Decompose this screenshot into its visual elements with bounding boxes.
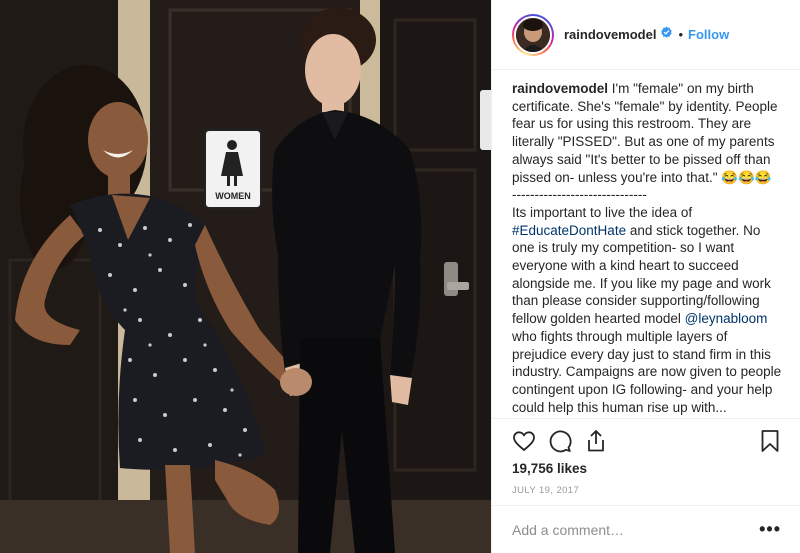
header-username[interactable]: raindovemodel xyxy=(564,27,656,42)
post-header: raindovemodel • Follow xyxy=(492,0,800,70)
post-photo[interactable]: WOMEN xyxy=(0,0,491,553)
avatar-image xyxy=(514,15,552,54)
caption-paragraph-2: Its important to live the idea of #Educa… xyxy=(512,204,784,415)
bookmark-icon[interactable] xyxy=(758,429,784,455)
comment-icon[interactable] xyxy=(548,429,574,455)
caption-text-2c: who fights through multiple layers of pr… xyxy=(512,328,782,415)
caption-text-2a: Its important to live the idea of xyxy=(512,204,693,220)
women-sign-label: WOMEN xyxy=(215,191,251,201)
follow-button[interactable]: Follow xyxy=(688,27,729,42)
women-restroom-sign: WOMEN xyxy=(204,129,262,209)
more-options-button[interactable]: ••• xyxy=(759,519,781,540)
instagram-post: WOMEN raindovemodel • Follow raindovemod… xyxy=(0,0,800,553)
post-date: JULY 19, 2017 xyxy=(512,485,580,496)
caption-paragraph-1: raindovemodel I'm "female" on my birth c… xyxy=(512,80,784,186)
post-photo-illustration: WOMEN xyxy=(0,0,491,553)
mention-link[interactable]: @leynabloom xyxy=(685,311,768,326)
comment-input[interactable] xyxy=(512,521,760,538)
hashtag-link[interactable]: #EducateDontHate xyxy=(512,223,626,238)
verified-badge-icon xyxy=(660,26,673,44)
post-caption: raindovemodel I'm "female" on my birth c… xyxy=(512,80,784,415)
header-separator: • xyxy=(678,27,684,42)
avatar[interactable] xyxy=(512,13,554,56)
share-icon[interactable] xyxy=(584,429,610,455)
caption-divider: ------------------------------ xyxy=(512,187,647,203)
post-side-panel: raindovemodel • Follow raindovemodel I'm… xyxy=(491,0,800,553)
caption-text-1: I'm "female" on my birth certificate. Sh… xyxy=(512,81,778,185)
likes-count[interactable]: 19,756 likes xyxy=(512,461,587,476)
post-actions: 19,756 likes JULY 19, 2017 xyxy=(492,418,800,498)
heart-icon[interactable] xyxy=(512,429,538,455)
comment-bar: ••• xyxy=(492,505,800,553)
caption-username[interactable]: raindovemodel xyxy=(512,81,608,96)
avatar-illustration xyxy=(516,17,550,52)
